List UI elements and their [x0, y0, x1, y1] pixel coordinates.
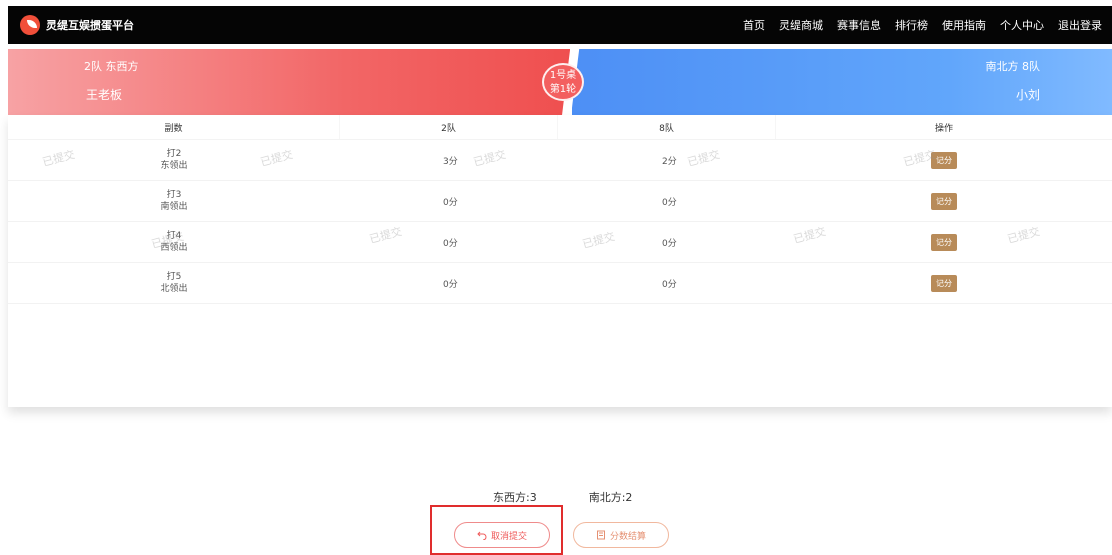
calculator-icon	[596, 530, 605, 540]
deal-label: 打3	[166, 190, 182, 200]
table-row: 打3 南领出 0分 0分 记分	[8, 181, 1112, 222]
deal-cell: 打4 西领出	[8, 222, 340, 262]
right-team-player: 小刘	[1015, 88, 1040, 102]
action-cell: 记分	[776, 181, 1112, 221]
nav-guide[interactable]: 使用指南	[942, 17, 986, 33]
lead-label: 西领出	[160, 243, 188, 253]
deal-cell: 打3 南领出	[8, 181, 340, 221]
team2-score: 0分	[443, 197, 458, 208]
nav-logout[interactable]: 退出登录	[1058, 17, 1102, 33]
record-score-button[interactable]: 记分	[931, 233, 957, 251]
nav-mall[interactable]: 灵缇商城	[779, 17, 823, 33]
table-row: 打5 北领出 0分 0分 记分	[8, 263, 1112, 304]
header-action: 操作	[934, 123, 953, 134]
left-team-player: 王老板	[86, 88, 123, 102]
team2-score: 3分	[443, 156, 458, 167]
north-south-total: 南北方:2	[588, 491, 633, 504]
table-round-badge: 1号桌 第1轮	[542, 63, 584, 101]
left-team-name: 2队 东西方	[84, 60, 139, 73]
record-score-button[interactable]: 记分	[931, 274, 957, 292]
team2-score: 0分	[443, 238, 458, 249]
logo-icon	[20, 15, 40, 35]
table-row: 打2 东领出 3分 2分 记分	[8, 140, 1112, 181]
settle-scores-label: 分数结算	[609, 531, 646, 542]
lead-label: 南领出	[160, 202, 188, 212]
team8-score: 2分	[662, 156, 677, 167]
table-number: 1号桌	[549, 70, 577, 81]
action-cell: 记分	[776, 263, 1112, 303]
table-header: 副数 2队 8队 操作	[8, 115, 1112, 140]
right-team-name: 南北方 8队	[985, 60, 1041, 73]
lead-label: 北领出	[160, 284, 188, 294]
deal-label: 打5	[166, 272, 182, 282]
cancel-submit-button[interactable]: 取消提交	[454, 522, 550, 548]
action-cell: 记分	[776, 222, 1112, 262]
deal-label: 打2	[166, 149, 182, 159]
nav-leaderboard[interactable]: 排行榜	[895, 17, 928, 33]
score-table: 副数 2队 8队 操作 打2 东领出 3分 2分 记分 打3 南领出 0分 0分…	[8, 115, 1112, 407]
main-nav: 首页 灵缇商城 赛事信息 排行榜 使用指南 个人中心 退出登录	[743, 17, 1102, 33]
score-totals: 东西方:3 南北方:2	[493, 489, 632, 505]
team2-score: 0分	[443, 279, 458, 290]
record-score-button[interactable]: 记分	[931, 151, 957, 169]
table-row: 打4 西领出 0分 0分 记分	[8, 222, 1112, 263]
nav-events[interactable]: 赛事信息	[837, 17, 881, 33]
undo-icon	[477, 531, 487, 540]
header-team2: 2队	[340, 115, 558, 139]
action-cell: 记分	[776, 140, 1112, 180]
cancel-submit-label: 取消提交	[490, 531, 527, 542]
east-west-total: 东西方:3	[493, 491, 537, 504]
top-navigation-bar: 灵缇互娱掼蛋平台 首页 灵缇商城 赛事信息 排行榜 使用指南 个人中心 退出登录	[8, 6, 1112, 44]
deal-label: 打4	[166, 231, 182, 241]
team8-score: 0分	[662, 197, 677, 208]
team8-score: 0分	[662, 279, 677, 290]
header-team8: 8队	[558, 115, 776, 139]
lead-label: 东领出	[160, 161, 188, 171]
round-number: 第1轮	[549, 84, 577, 95]
deal-cell: 打2 东领出	[8, 140, 340, 180]
team8-score: 0分	[662, 238, 677, 249]
match-banner: 2队 东西方 王老板 南北方 8队 小刘 1号桌 第1轮	[8, 49, 1112, 115]
nav-profile[interactable]: 个人中心	[1000, 17, 1044, 33]
nav-home[interactable]: 首页	[743, 17, 765, 33]
settle-scores-button[interactable]: 分数结算	[573, 522, 669, 548]
app-title: 灵缇互娱掼蛋平台	[46, 19, 134, 32]
deal-cell: 打5 北领出	[8, 263, 340, 303]
record-score-button[interactable]: 记分	[931, 192, 957, 210]
header-deal: 副数	[8, 115, 340, 139]
